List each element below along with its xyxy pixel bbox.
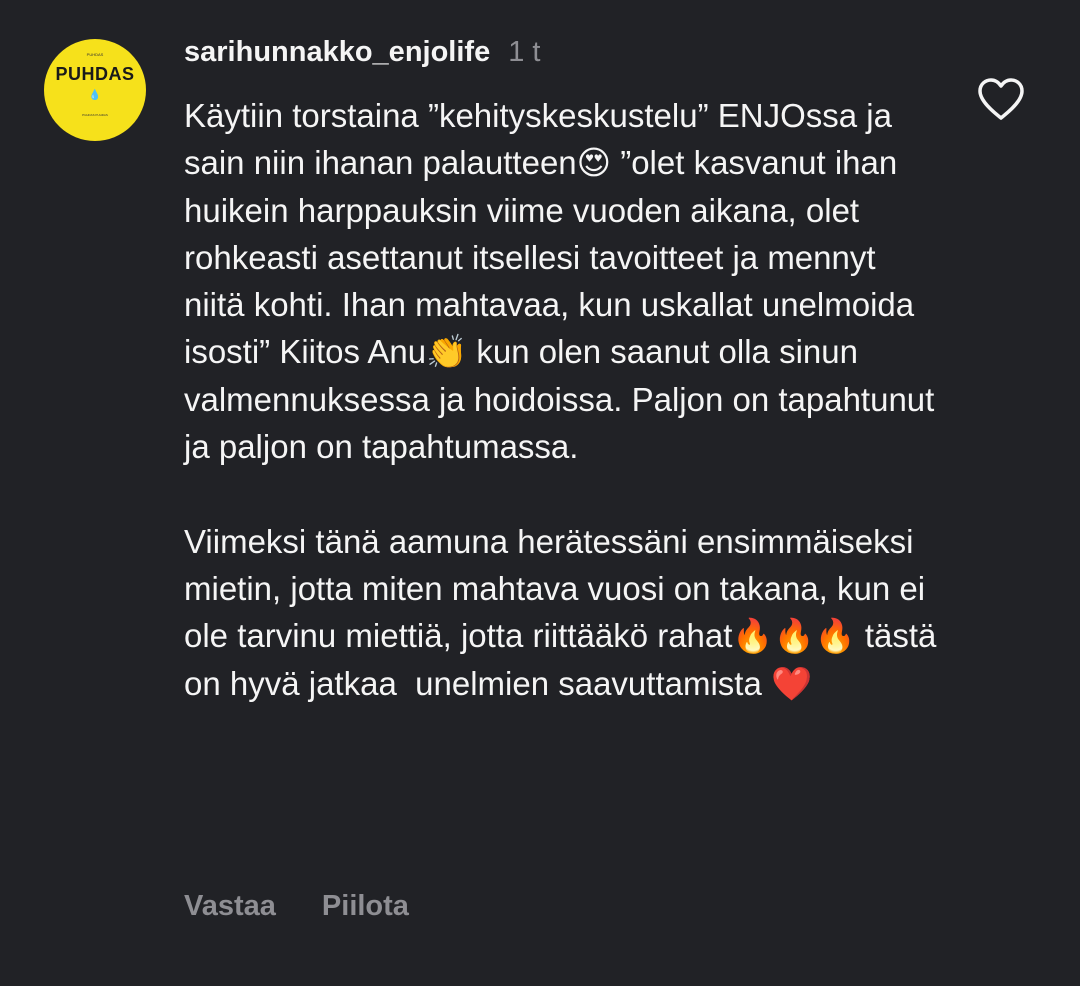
hide-button[interactable]: Piilota <box>322 890 409 923</box>
comment-actions: Vastaa Piilota <box>184 890 409 923</box>
comment-text: Käytiin torstaina ”kehityskeskustelu” EN… <box>184 97 937 702</box>
comment-card: PUHDAS PUHDAS 💧 PUHDAS PUHDAS sarihunnak… <box>0 0 1080 986</box>
comment-header: sarihunnakko_enjolife 1 t <box>184 36 540 76</box>
heart-outline-icon <box>978 78 1024 120</box>
timestamp[interactable]: 1 t <box>508 36 540 69</box>
drops-icon: 💧 <box>88 90 102 101</box>
avatar-subtitle: PUHDAS PUHDAS <box>82 113 108 117</box>
avatar-top-text: PUHDAS <box>86 52 104 57</box>
like-button[interactable] <box>976 76 1026 122</box>
username[interactable]: sarihunnakko_enjolife <box>184 36 490 69</box>
reply-button[interactable]: Vastaa <box>184 890 276 923</box>
avatar-brand: PUHDAS <box>55 64 135 84</box>
avatar[interactable]: PUHDAS PUHDAS 💧 PUHDAS PUHDAS <box>44 39 146 141</box>
